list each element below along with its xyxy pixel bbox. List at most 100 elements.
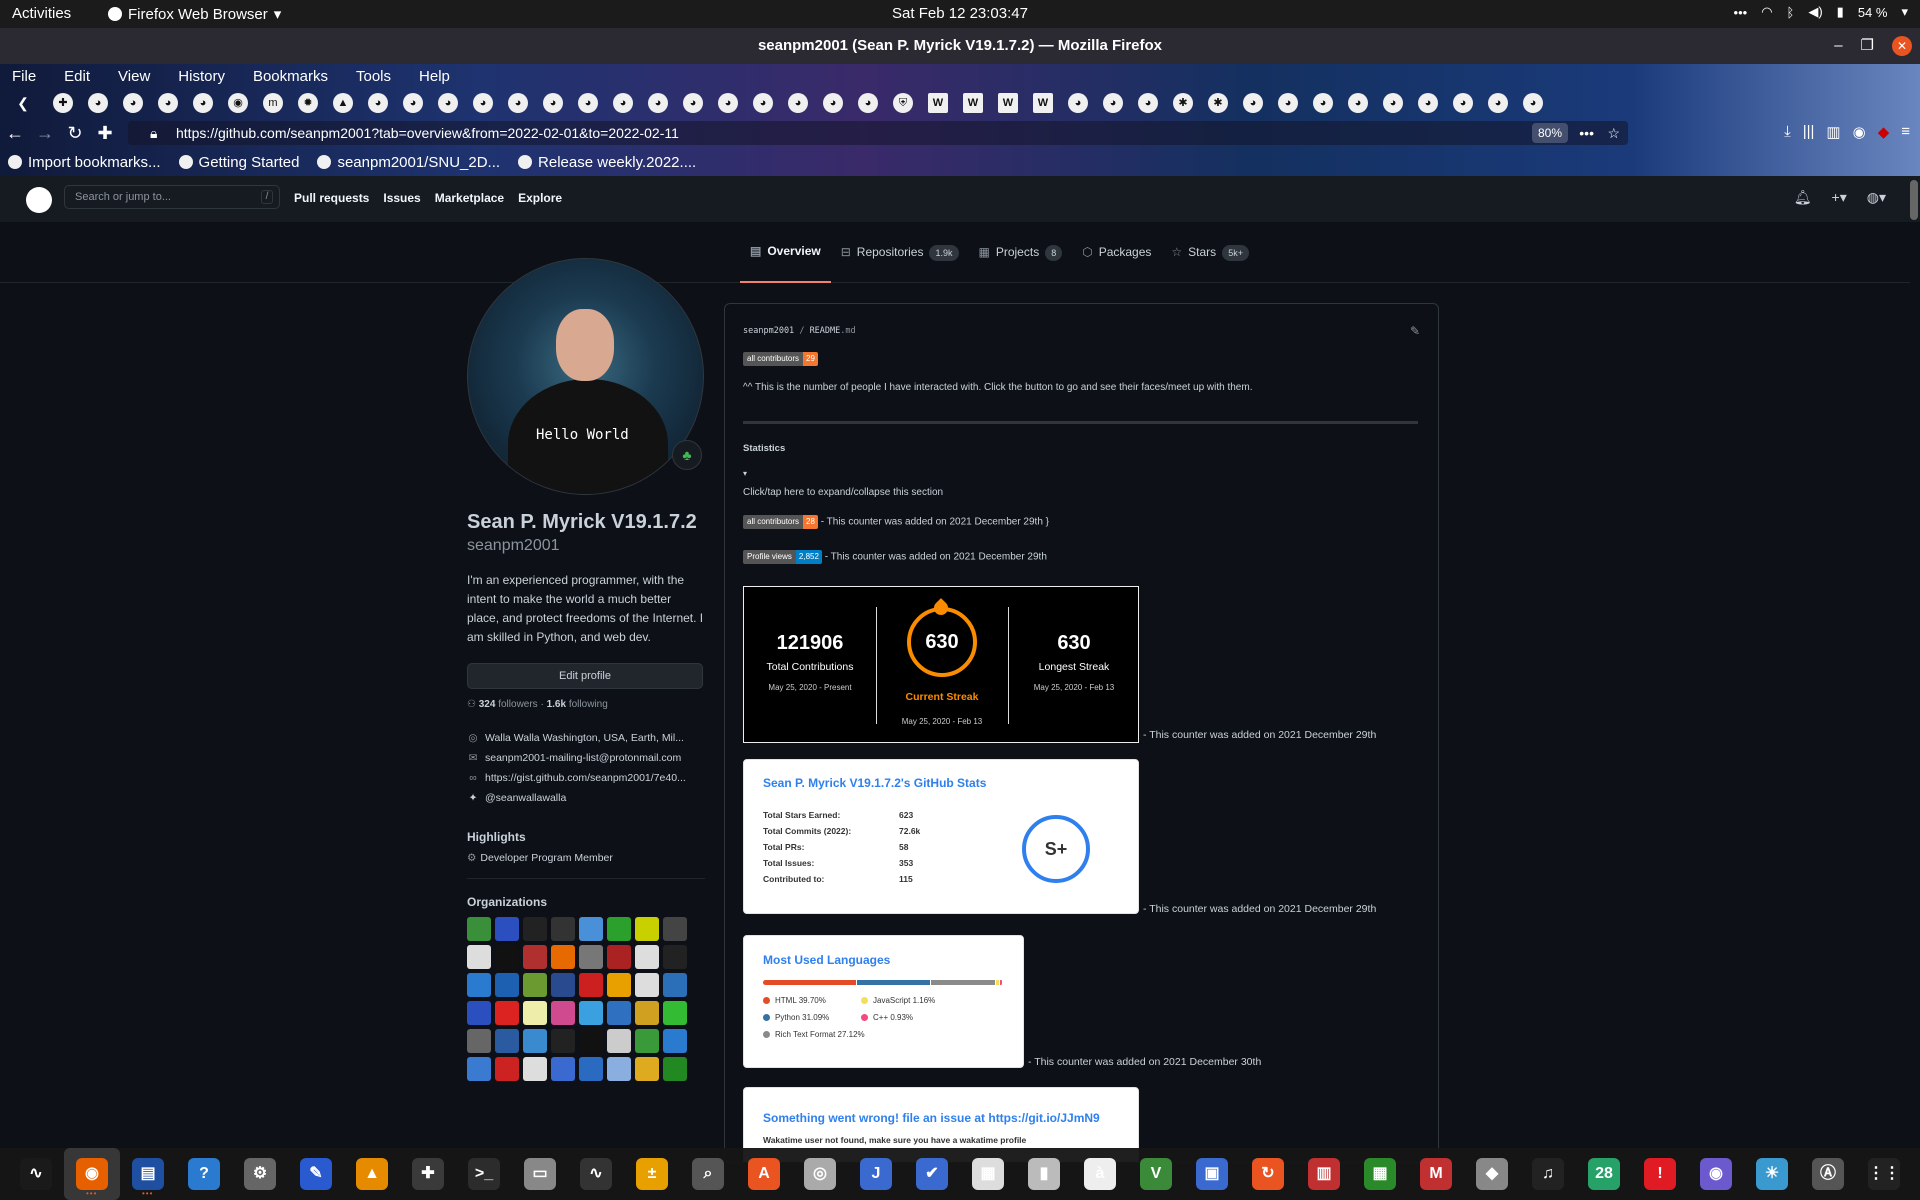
organization-avatar[interactable] xyxy=(523,1057,547,1081)
bookmark-item[interactable]: seanpm2001/SNU_2D... xyxy=(317,154,500,171)
organization-avatar[interactable] xyxy=(579,917,603,941)
tab-W-icon[interactable]: W xyxy=(1033,93,1053,113)
organization-avatar[interactable] xyxy=(635,917,659,941)
tab-github-icon[interactable]: ◕ xyxy=(1348,93,1368,113)
scrollbar-thumb[interactable] xyxy=(1910,180,1918,220)
tab-github-icon[interactable]: ◕ xyxy=(123,93,143,113)
system-tray[interactable]: ••• ◠ ᛒ ◀) ▮ 54 % ▾ xyxy=(1734,4,1908,20)
dock-software[interactable]: A xyxy=(736,1148,792,1200)
lock-icon[interactable]: 🔒︎ xyxy=(150,121,157,145)
notifications-bell-icon[interactable]: 🔔︎ xyxy=(1794,189,1812,206)
organization-avatar[interactable] xyxy=(523,973,547,997)
tab-github-icon[interactable]: ◕ xyxy=(753,93,773,113)
organization-avatar[interactable] xyxy=(635,1001,659,1025)
organization-avatar[interactable] xyxy=(663,973,687,997)
dock-update[interactable]: ↻ xyxy=(1240,1148,1296,1200)
organization-avatar[interactable] xyxy=(495,1001,519,1025)
tab-projects[interactable]: ▦ Projects 8 xyxy=(969,222,1073,283)
organization-avatar[interactable] xyxy=(663,1057,687,1081)
organization-avatar[interactable] xyxy=(523,1001,547,1025)
organization-avatar[interactable] xyxy=(635,945,659,969)
dock-screen[interactable]: ▣ xyxy=(1184,1148,1240,1200)
organization-avatar[interactable] xyxy=(607,945,631,969)
dock-weather[interactable]: ☀ xyxy=(1744,1148,1800,1200)
website-row[interactable]: ∞ https://gist.github.com/seanpm2001/7e40… xyxy=(467,768,705,788)
tab-github-icon[interactable]: ◕ xyxy=(403,93,423,113)
organization-avatar[interactable] xyxy=(663,1001,687,1025)
tab-firefox-icon[interactable]: ◉ xyxy=(228,93,248,113)
organization-avatar[interactable] xyxy=(495,1029,519,1053)
tab-m-icon[interactable]: m xyxy=(263,93,283,113)
contributors-badge[interactable]: all contributors 29 xyxy=(743,352,818,366)
tab-github-icon[interactable]: ◕ xyxy=(543,93,563,113)
ublock-icon[interactable]: ◆ xyxy=(1878,123,1890,141)
organization-avatar[interactable] xyxy=(579,1001,603,1025)
organization-avatar[interactable] xyxy=(551,1029,575,1053)
dock-vlc[interactable]: ▲ xyxy=(344,1148,400,1200)
url-bar[interactable]: 🔒︎ https://github.com/seanpm2001?tab=ove… xyxy=(128,121,1628,145)
organization-avatar[interactable] xyxy=(467,1001,491,1025)
dock-apps-grid[interactable]: ⋮⋮ xyxy=(1856,1148,1912,1200)
menu-item-help[interactable]: Help xyxy=(419,68,450,85)
menu-item-bookmarks[interactable]: Bookmarks xyxy=(253,68,328,85)
hamburger-menu-icon[interactable]: ≡ xyxy=(1901,123,1910,141)
bookmark-star-icon[interactable]: ☆ xyxy=(1607,121,1620,145)
organization-avatar[interactable] xyxy=(551,1001,575,1025)
organization-avatar[interactable] xyxy=(467,917,491,941)
website-link[interactable]: https://gist.github.com/seanpm2001/7e40.… xyxy=(485,772,686,784)
dock-todo[interactable]: ✔ xyxy=(904,1148,960,1200)
twitter-row[interactable]: ✦ @seanwallawalla xyxy=(467,788,705,808)
bluetooth-icon[interactable]: ᛒ xyxy=(1787,5,1795,20)
dock-spreadsheet[interactable]: ▦ xyxy=(1352,1148,1408,1200)
organization-avatar[interactable] xyxy=(523,1029,547,1053)
dock-app-store[interactable]: Ⓐ xyxy=(1800,1148,1856,1200)
tab-github-icon[interactable]: ◕ xyxy=(508,93,528,113)
nav-marketplace[interactable]: Marketplace xyxy=(435,191,504,205)
bookmark-item[interactable]: Release weekly.2022.... xyxy=(518,154,696,171)
organization-avatar[interactable] xyxy=(495,973,519,997)
sidebar-icon[interactable]: ▥ xyxy=(1826,123,1840,141)
menu-item-tools[interactable]: Tools xyxy=(356,68,391,85)
tab-bug-icon[interactable]: ✱ xyxy=(1173,93,1193,113)
dock-papers[interactable]: ▦ xyxy=(960,1148,1016,1200)
edit-profile-button[interactable]: Edit profile xyxy=(467,663,703,689)
search-input[interactable]: Search or jump to... / xyxy=(64,185,280,209)
organization-avatar[interactable] xyxy=(467,1029,491,1053)
organization-avatar[interactable] xyxy=(495,917,519,941)
reload-icon[interactable]: ↻ xyxy=(60,123,90,144)
tab-overview[interactable]: ▤ Overview xyxy=(740,222,831,283)
menu-item-edit[interactable]: Edit xyxy=(64,68,90,85)
dock-text[interactable]: à xyxy=(1072,1148,1128,1200)
organization-avatar[interactable] xyxy=(467,945,491,969)
dock-extensions[interactable]: ✚ xyxy=(400,1148,456,1200)
highlight-label[interactable]: Developer Program Member xyxy=(480,852,612,864)
tab-github-icon[interactable]: ◕ xyxy=(158,93,178,113)
volume-icon[interactable]: ◀) xyxy=(1808,4,1822,20)
user-avatar-menu[interactable]: ◍▾ xyxy=(1867,189,1886,206)
tab-brave-icon[interactable]: ▲ xyxy=(333,93,353,113)
organization-avatar[interactable] xyxy=(467,973,491,997)
dock-journal[interactable]: J xyxy=(848,1148,904,1200)
wifi-icon[interactable]: ◠ xyxy=(1761,4,1772,20)
maximize-button[interactable]: ❐ xyxy=(1861,28,1874,64)
tab-github-icon[interactable]: ◕ xyxy=(1383,93,1403,113)
tab-github-icon[interactable]: ◕ xyxy=(858,93,878,113)
tab-github-icon[interactable]: ◕ xyxy=(473,93,493,113)
email-link[interactable]: seanpm2001-mailing-list@protonmail.com xyxy=(485,752,681,764)
dock-monitor[interactable]: ∿ xyxy=(568,1148,624,1200)
organization-avatar[interactable] xyxy=(467,1057,491,1081)
clock[interactable]: Sat Feb 12 23:03:47 xyxy=(0,5,1920,22)
dock-music[interactable]: ♫ xyxy=(1520,1148,1576,1200)
tab-github-icon[interactable]: ◕ xyxy=(1138,93,1158,113)
dock-calendar[interactable]: 28 xyxy=(1576,1148,1632,1200)
following-count[interactable]: 1.6k xyxy=(547,699,566,710)
organization-avatar[interactable] xyxy=(663,1029,687,1053)
power-menu-icon[interactable]: ▾ xyxy=(1901,4,1908,20)
readme-owner[interactable]: seanpm2001 xyxy=(743,326,794,336)
organization-avatar[interactable] xyxy=(607,1057,631,1081)
tab-github-icon[interactable]: ◕ xyxy=(718,93,738,113)
tab-github-icon[interactable]: ◕ xyxy=(1313,93,1333,113)
dock-firefox[interactable]: ◉ ••• xyxy=(64,1148,120,1200)
tab-github-icon[interactable]: ◕ xyxy=(1103,93,1123,113)
organization-avatar[interactable] xyxy=(663,917,687,941)
